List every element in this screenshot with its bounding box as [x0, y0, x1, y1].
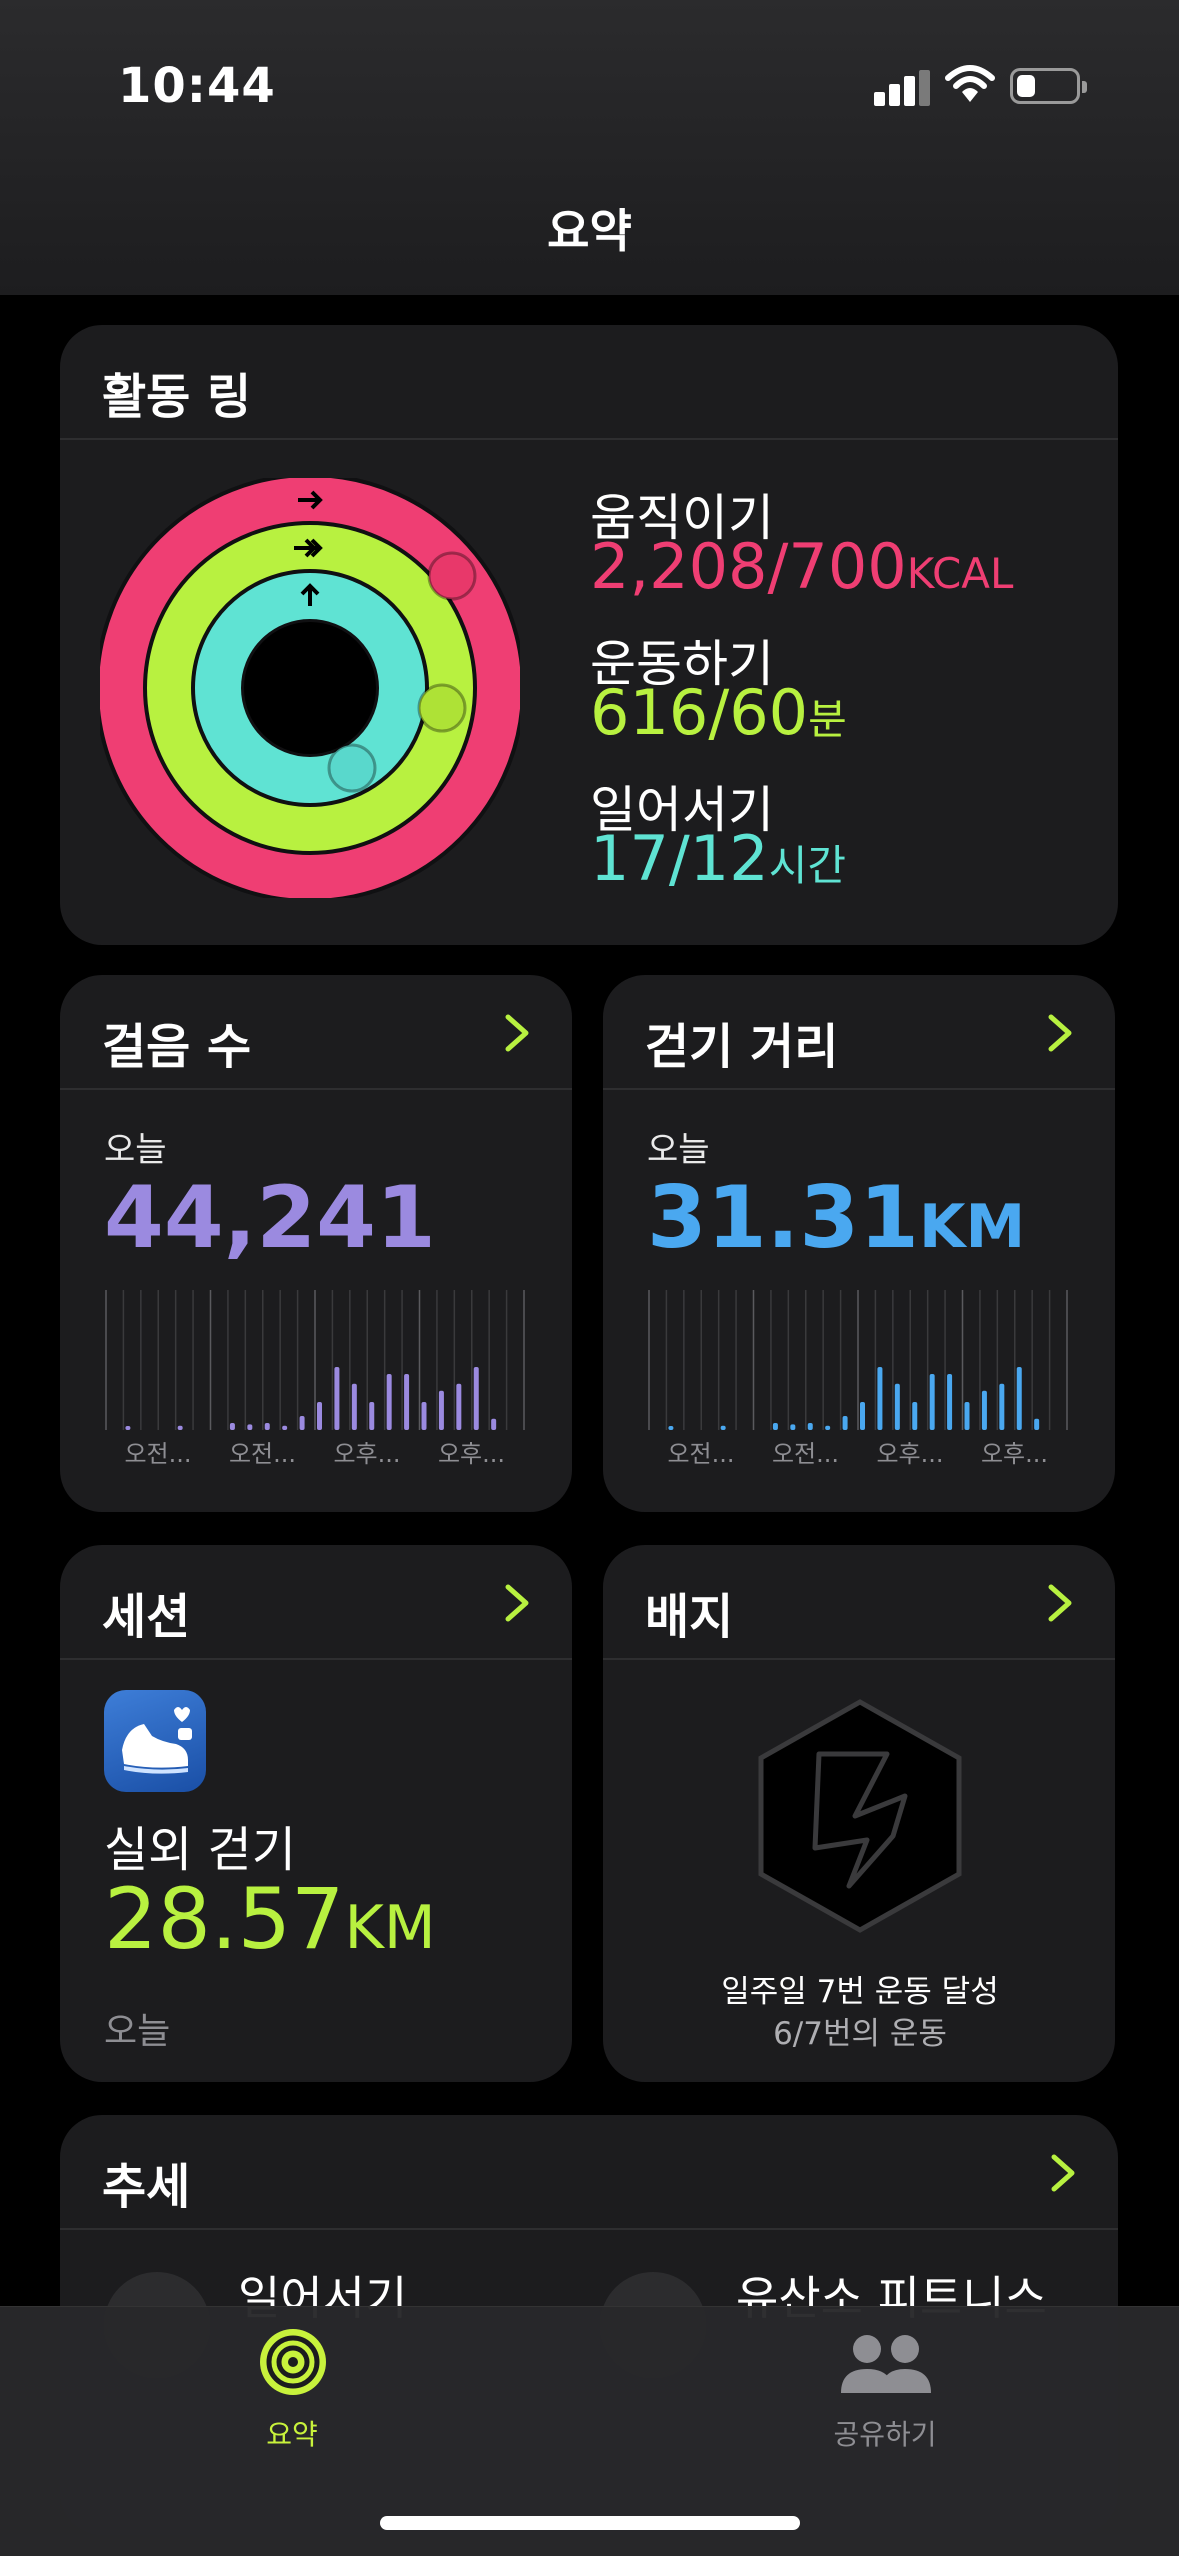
card-header: 걷기 거리: [603, 975, 1115, 1090]
tab-summary-label: 요약: [266, 2418, 318, 2451]
stand-value-number: 17/12: [590, 822, 769, 895]
distance-bar: [894, 1383, 900, 1430]
axis-label: 오전...: [772, 1440, 839, 1468]
stand-value: 17/12시간: [590, 822, 846, 895]
axis-label: 오후...: [876, 1440, 943, 1468]
distance-value-number: 31.31: [647, 1168, 920, 1268]
distance-bar: [981, 1390, 987, 1430]
steps-hourly-chart: 오전... 오전... 오후... 오후...: [105, 1290, 525, 1468]
tab-sharing[interactable]: 공유하기: [785, 2323, 985, 2473]
distance-bar: [947, 1374, 953, 1430]
chevron-right-icon: [1048, 1014, 1072, 1052]
distance-bar: [999, 1383, 1005, 1430]
tab-summary[interactable]: 요약: [192, 2323, 392, 2473]
axis-label: 오후...: [333, 1440, 400, 1468]
session-distance-unit: KM: [344, 1893, 436, 1963]
steps-bar: [404, 1374, 410, 1430]
steps-bar: [247, 1424, 253, 1430]
distance-bar: [929, 1374, 935, 1430]
wifi-icon: [945, 65, 995, 102]
chevron-right-icon: [1048, 1584, 1072, 1622]
distance-bar: [860, 1402, 865, 1430]
exercise-unit: 분: [808, 695, 847, 744]
distance-unit: KM: [919, 1192, 1026, 1262]
people-icon: [841, 2335, 931, 2393]
distance-bar: [772, 1423, 778, 1430]
card-header: 배지: [603, 1545, 1115, 1660]
distance-bar: [720, 1425, 726, 1430]
page-title: 요약: [547, 204, 632, 258]
steps-bar: [473, 1367, 479, 1430]
move-value: 2,208/700KCAL: [590, 530, 1013, 603]
steps-bar: [229, 1423, 235, 1430]
move-value-number: 2,208/700: [590, 530, 907, 603]
steps-bar: [177, 1425, 183, 1430]
chevron-right-icon: [1051, 2154, 1075, 2192]
cellular-signal-icon: [874, 70, 932, 106]
card-title: 걸음 수: [102, 1019, 252, 1075]
axis-label: 오전...: [667, 1440, 734, 1468]
status-time: 10:44: [118, 58, 276, 114]
badge-name: 일주일 7번 운동 달성: [721, 1974, 999, 2010]
session-distance-number: 28.57: [104, 1870, 345, 1968]
distance-bar: [877, 1367, 883, 1430]
session-date: 오늘: [104, 2011, 171, 2052]
card-header: 추세: [60, 2115, 1118, 2230]
activity-rings-icon: [100, 478, 520, 898]
steps-bar: [299, 1416, 305, 1430]
distance-bar: [842, 1416, 848, 1430]
chevron-right-icon: [505, 1014, 529, 1052]
steps-today-label: 오늘: [104, 1130, 167, 1170]
card-title: 걷기 거리: [645, 1019, 839, 1075]
card-title: 활동 링: [102, 369, 252, 425]
session-distance: 28.57KM: [104, 1870, 436, 1968]
steps-bar: [282, 1425, 288, 1430]
axis-label: 오전...: [124, 1440, 191, 1468]
distance-bar: [1034, 1418, 1040, 1430]
exercise-value-number: 616/60: [590, 676, 809, 749]
steps-bar: [386, 1374, 392, 1430]
steps-bar: [351, 1383, 357, 1430]
move-unit: KCAL: [906, 549, 1014, 598]
axis-label: 오후...: [438, 1440, 505, 1468]
card-header: 세션: [60, 1545, 572, 1660]
card-title: 추세: [102, 2159, 191, 2215]
battery-icon: [1010, 68, 1087, 104]
axis-label: 오후...: [981, 1440, 1048, 1468]
steps-bar: [264, 1423, 270, 1430]
chevron-right-icon: [505, 1584, 529, 1622]
distance-bar: [790, 1424, 796, 1430]
distance-bar: [1016, 1367, 1022, 1430]
steps-bar: [438, 1390, 444, 1430]
steps-bar: [491, 1418, 497, 1430]
steps-bar: [456, 1383, 462, 1430]
steps-bar: [125, 1426, 131, 1430]
hexagon-badge-icon: [758, 1699, 962, 1933]
stand-unit: 시간: [768, 841, 846, 890]
steps-bar: [421, 1402, 427, 1430]
distance-hourly-chart: 오전... 오전... 오후... 오후...: [648, 1290, 1068, 1468]
card-title: 세션: [102, 1589, 191, 1645]
card-header: 활동 링: [60, 325, 1118, 440]
distance-today-label: 오늘: [647, 1130, 710, 1170]
steps-value: 44,241: [104, 1168, 436, 1268]
steps-bar: [317, 1402, 322, 1430]
home-indicator: [380, 2516, 800, 2530]
activity-rings-icon: [260, 2329, 326, 2395]
distance-bar: [912, 1402, 918, 1430]
steps-bar: [369, 1402, 375, 1430]
card-header: 걸음 수: [60, 975, 572, 1090]
distance-bar: [807, 1423, 813, 1430]
card-title: 배지: [645, 1589, 734, 1645]
badge-progress: 6/7번의 운동: [773, 2016, 947, 2052]
distance-bar: [825, 1425, 831, 1430]
distance-bar: [964, 1402, 970, 1430]
distance-value: 31.31KM: [647, 1168, 1025, 1268]
walking-shoe-icon: [104, 1690, 206, 1792]
steps-bar: [334, 1367, 340, 1430]
exercise-value: 616/60분: [590, 676, 847, 749]
axis-label: 오전...: [229, 1440, 296, 1468]
distance-bar: [668, 1426, 674, 1430]
tab-sharing-label: 공유하기: [833, 2418, 937, 2451]
